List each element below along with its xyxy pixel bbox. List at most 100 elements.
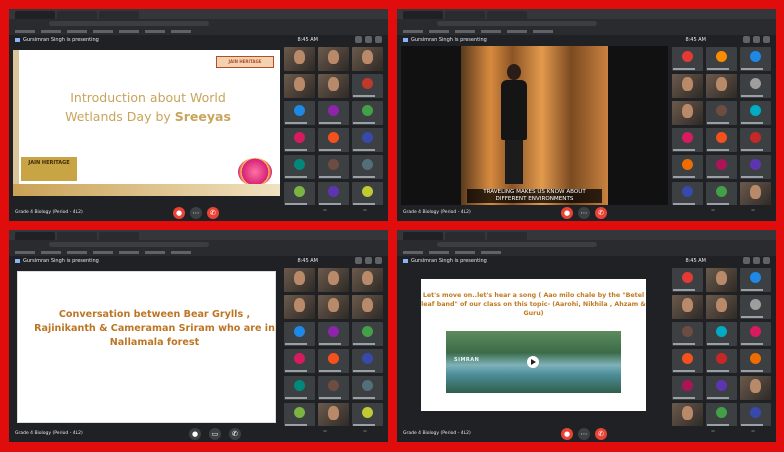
- participant-tile[interactable]: [352, 268, 383, 292]
- browser-tab[interactable]: [445, 11, 485, 19]
- song-video-thumbnail[interactable]: SIMRAN: [446, 331, 621, 393]
- more-options-icon[interactable]: ⋯: [578, 428, 590, 440]
- participant-tile[interactable]: [284, 322, 315, 346]
- address-bar[interactable]: [397, 240, 776, 249]
- participant-tile[interactable]: [284, 376, 315, 400]
- participant-tile[interactable]: [740, 376, 771, 400]
- participant-tile[interactable]: [284, 128, 315, 152]
- participant-tile[interactable]: [352, 322, 383, 346]
- participant-tile[interactable]: [352, 376, 383, 400]
- participant-tile[interactable]: [352, 128, 383, 152]
- participant-tile[interactable]: [318, 268, 349, 292]
- mic-off-icon[interactable]: ●: [173, 207, 185, 219]
- hangup-icon[interactable]: ✆: [595, 207, 607, 219]
- browser-tab[interactable]: [15, 11, 55, 19]
- address-bar[interactable]: [397, 19, 776, 28]
- browser-tab[interactable]: [487, 11, 527, 19]
- participant-tile[interactable]: [740, 101, 771, 125]
- participant-tile[interactable]: [318, 403, 349, 427]
- present-now[interactable]: ▭: [346, 208, 384, 212]
- mic-off-icon[interactable]: ●: [561, 428, 573, 440]
- participant-tile[interactable]: [706, 47, 737, 71]
- participant-tile[interactable]: [740, 295, 771, 319]
- participant-tile[interactable]: [706, 322, 737, 346]
- participant-tile[interactable]: [352, 155, 383, 179]
- people-icon[interactable]: [355, 257, 362, 264]
- participant-tile[interactable]: [706, 403, 737, 427]
- participant-tile[interactable]: [672, 128, 703, 152]
- mic-off-icon[interactable]: ●: [561, 207, 573, 219]
- participant-tile[interactable]: [672, 295, 703, 319]
- more-icon[interactable]: [753, 257, 760, 264]
- close-icon[interactable]: [763, 257, 770, 264]
- participant-tile[interactable]: [672, 268, 703, 292]
- participant-tile[interactable]: [352, 47, 383, 71]
- participant-tile[interactable]: [740, 47, 771, 71]
- participant-tile[interactable]: [740, 74, 771, 98]
- camera-icon[interactable]: ▭: [209, 428, 221, 440]
- participant-tile[interactable]: [706, 295, 737, 319]
- participant-tile[interactable]: [284, 155, 315, 179]
- turn-on-captions[interactable]: ▭: [306, 429, 344, 433]
- more-options-icon[interactable]: ⋯: [578, 207, 590, 219]
- close-icon[interactable]: [375, 257, 382, 264]
- close-icon[interactable]: [375, 36, 382, 43]
- participant-tile[interactable]: [352, 101, 383, 125]
- participant-tile[interactable]: [318, 182, 349, 206]
- participant-tile[interactable]: [706, 128, 737, 152]
- people-icon[interactable]: [743, 36, 750, 43]
- hangup-icon[interactable]: ✆: [207, 207, 219, 219]
- browser-tab[interactable]: [403, 11, 443, 19]
- browser-tab[interactable]: [487, 232, 527, 240]
- play-icon[interactable]: [527, 356, 539, 368]
- participant-tile[interactable]: [352, 295, 383, 319]
- participant-tile[interactable]: [740, 182, 771, 206]
- participant-tile[interactable]: [706, 182, 737, 206]
- browser-tab[interactable]: [403, 232, 443, 240]
- browser-tab[interactable]: [15, 232, 55, 240]
- participant-tile[interactable]: [284, 268, 315, 292]
- participant-tile[interactable]: [672, 47, 703, 71]
- participant-tile[interactable]: [706, 376, 737, 400]
- participant-tile[interactable]: [284, 349, 315, 373]
- address-bar[interactable]: [9, 19, 388, 28]
- browser-tab[interactable]: [57, 232, 97, 240]
- hangup-icon[interactable]: ✆: [595, 428, 607, 440]
- participant-tile[interactable]: [672, 182, 703, 206]
- participant-tile[interactable]: [318, 47, 349, 71]
- participant-tile[interactable]: [352, 182, 383, 206]
- participant-tile[interactable]: [318, 295, 349, 319]
- turn-on-captions[interactable]: ▭: [694, 208, 732, 212]
- participant-tile[interactable]: [318, 322, 349, 346]
- turn-on-captions[interactable]: ▭: [694, 429, 732, 433]
- more-options-icon[interactable]: ⋯: [190, 207, 202, 219]
- participant-tile[interactable]: [284, 182, 315, 206]
- participant-tile[interactable]: [318, 128, 349, 152]
- browser-tab[interactable]: [445, 232, 485, 240]
- participant-tile[interactable]: [740, 349, 771, 373]
- participant-tile[interactable]: [672, 349, 703, 373]
- address-bar[interactable]: [9, 240, 388, 249]
- participant-tile[interactable]: [672, 74, 703, 98]
- participant-tile[interactable]: [706, 101, 737, 125]
- participant-tile[interactable]: [318, 155, 349, 179]
- participant-tile[interactable]: [284, 101, 315, 125]
- browser-tab[interactable]: [99, 11, 139, 19]
- participant-tile[interactable]: [318, 101, 349, 125]
- participant-tile[interactable]: [672, 403, 703, 427]
- more-icon[interactable]: [365, 36, 372, 43]
- people-icon[interactable]: [743, 257, 750, 264]
- participant-tile[interactable]: [740, 268, 771, 292]
- participant-tile[interactable]: [740, 128, 771, 152]
- browser-tab[interactable]: [99, 232, 139, 240]
- participant-tile[interactable]: [740, 403, 771, 427]
- participant-tile[interactable]: [706, 349, 737, 373]
- close-icon[interactable]: [763, 36, 770, 43]
- turn-on-captions[interactable]: ▭: [306, 208, 344, 212]
- participant-tile[interactable]: [740, 322, 771, 346]
- participant-tile[interactable]: [672, 376, 703, 400]
- participant-tile[interactable]: [706, 268, 737, 292]
- mic-icon[interactable]: ●: [189, 428, 201, 440]
- participant-tile[interactable]: [352, 403, 383, 427]
- participant-tile[interactable]: [284, 47, 315, 71]
